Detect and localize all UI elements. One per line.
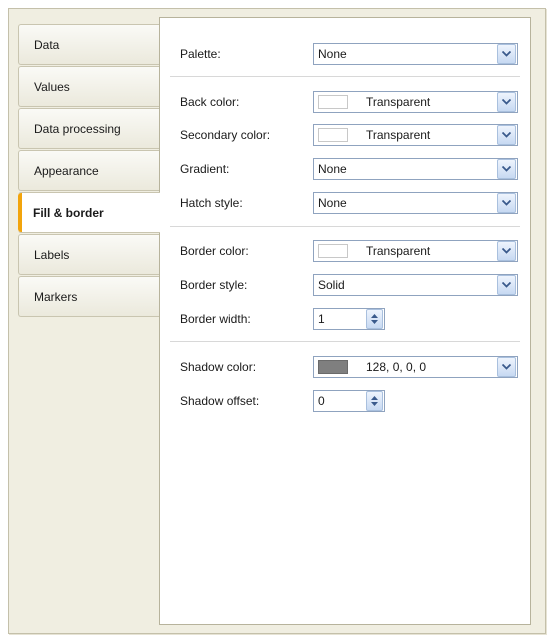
back-color-picker[interactable]: Transparent — [313, 91, 518, 113]
back-color-label: Back color: — [180, 95, 240, 109]
tab-label: Appearance — [34, 163, 99, 178]
border-width-value: 1 — [318, 312, 325, 326]
shadow-offset-spinner[interactable]: 0 — [313, 390, 385, 412]
chevron-down-icon[interactable] — [497, 357, 516, 377]
chevron-down-icon[interactable] — [497, 241, 516, 261]
border-style-dropdown[interactable]: Solid — [313, 274, 518, 296]
gradient-value: None — [318, 162, 347, 176]
color-swatch — [318, 128, 348, 142]
tab-values[interactable]: Values — [18, 66, 159, 107]
tab-data-processing[interactable]: Data processing — [18, 108, 159, 149]
secondary-color-picker[interactable]: Transparent — [313, 124, 518, 146]
fill-border-panel: Palette: None Back color: Transparent Se… — [159, 17, 531, 625]
border-width-spinner[interactable]: 1 — [313, 308, 385, 330]
hatch-style-dropdown[interactable]: None — [313, 192, 518, 214]
tab-label: Values — [34, 79, 70, 94]
tab-labels[interactable]: Labels — [18, 234, 159, 275]
palette-label: Palette: — [180, 47, 221, 61]
tab-appearance[interactable]: Appearance — [18, 150, 159, 191]
spinner-arrows-icon[interactable] — [366, 391, 383, 411]
chevron-down-icon[interactable] — [497, 92, 516, 112]
spinner-arrows-icon[interactable] — [366, 309, 383, 329]
hatch-style-value: None — [318, 196, 347, 210]
tab-fill-border[interactable]: Fill & border — [18, 192, 160, 233]
border-color-value: Transparent — [366, 244, 431, 258]
palette-dropdown[interactable]: None — [313, 43, 518, 65]
tab-label: Labels — [34, 247, 70, 262]
border-style-label: Border style: — [180, 278, 248, 292]
hatch-style-label: Hatch style: — [180, 196, 243, 210]
border-width-label: Border width: — [180, 312, 251, 326]
active-tab-indicator — [18, 193, 22, 232]
chevron-down-icon[interactable] — [497, 275, 516, 295]
secondary-color-value: Transparent — [366, 128, 431, 142]
chevron-down-icon[interactable] — [497, 125, 516, 145]
border-color-picker[interactable]: Transparent — [313, 240, 518, 262]
shadow-offset-label: Shadow offset: — [180, 394, 260, 408]
tab-label: Markers — [34, 289, 78, 304]
separator — [170, 226, 520, 227]
chevron-down-icon[interactable] — [497, 159, 516, 179]
color-swatch — [318, 360, 348, 374]
chevron-down-icon[interactable] — [497, 44, 516, 64]
tab-markers[interactable]: Markers — [18, 276, 159, 317]
color-swatch — [318, 95, 348, 109]
secondary-color-label: Secondary color: — [180, 128, 271, 142]
gradient-label: Gradient: — [180, 162, 230, 176]
shadow-color-label: Shadow color: — [180, 360, 257, 374]
color-swatch — [318, 244, 348, 258]
gradient-dropdown[interactable]: None — [313, 158, 518, 180]
separator — [170, 76, 520, 77]
tab-label: Data — [34, 37, 60, 52]
tab-label: Data processing — [34, 121, 121, 136]
shadow-color-value: 128, 0, 0, 0 — [366, 360, 427, 374]
separator — [170, 341, 520, 342]
tab-label: Fill & border — [33, 205, 104, 220]
shadow-offset-value: 0 — [318, 394, 325, 408]
tab-data[interactable]: Data — [18, 24, 159, 65]
back-color-value: Transparent — [366, 95, 431, 109]
palette-value: None — [318, 47, 347, 61]
tab-list: Data Values Data processing Appearance F… — [18, 24, 160, 318]
border-style-value: Solid — [318, 278, 345, 292]
chevron-down-icon[interactable] — [497, 193, 516, 213]
border-color-label: Border color: — [180, 244, 249, 258]
shadow-color-picker[interactable]: 128, 0, 0, 0 — [313, 356, 518, 378]
